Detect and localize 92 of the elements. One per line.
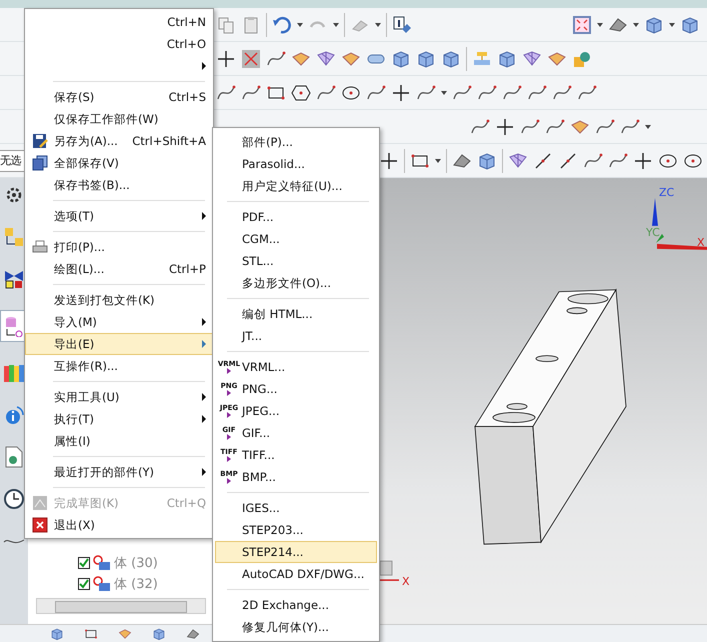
menu-item[interactable]: 用户定义特征(U)...: [215, 175, 377, 197]
caret-icon[interactable]: [633, 22, 639, 26]
caret-icon[interactable]: [375, 22, 381, 26]
line-icon[interactable]: [533, 150, 553, 170]
undo-icon[interactable]: [272, 14, 292, 34]
caret-icon[interactable]: [645, 124, 651, 128]
menu-item[interactable]: 发送到打包文件(K): [25, 289, 213, 311]
menu-item[interactable]: PDF...: [215, 206, 377, 228]
tree-item-label[interactable]: 体 (32): [114, 574, 158, 592]
plus-icon[interactable]: [391, 82, 411, 102]
menu-item[interactable]: 导出(E): [25, 333, 213, 355]
menu-item[interactable]: 保存(S) Ctrl+S: [25, 86, 213, 108]
disks-icon: [32, 155, 48, 171]
menu-item[interactable]: 最近打开的部件(Y): [25, 461, 213, 483]
tree-item-label[interactable]: 体 (30): [114, 554, 158, 572]
menu-item[interactable]: 执行(T): [25, 408, 213, 430]
menu-item[interactable]: 互操作(R)...: [25, 355, 213, 377]
menu-item[interactable]: 全部保存(V): [25, 152, 213, 174]
rect-icon[interactable]: [84, 626, 98, 640]
cube-icon[interactable]: [477, 150, 497, 170]
menu-item[interactable]: CGM...: [215, 228, 377, 250]
sketch-icon: [32, 495, 48, 511]
caret-icon[interactable]: [441, 90, 447, 94]
cube-icon[interactable]: [50, 626, 64, 640]
triangle-icon: [227, 434, 231, 440]
close-icon: [32, 517, 48, 533]
plus-icon[interactable]: [633, 150, 653, 170]
clock-icon[interactable]: [3, 488, 25, 510]
cube-icon[interactable]: [644, 14, 664, 34]
axis-label: ZC: [659, 186, 674, 199]
menu-item[interactable]: JT...: [215, 325, 377, 347]
triangle-icon: [227, 368, 231, 374]
horizontal-scrollbar[interactable]: [36, 598, 206, 614]
cube-icon[interactable]: [416, 48, 436, 68]
mirror-icon[interactable]: [3, 268, 25, 290]
plus-icon[interactable]: [216, 48, 236, 68]
menu-item[interactable]: Ctrl+O: [25, 33, 213, 55]
menu-item[interactable]: 绘图(L)... Ctrl+P: [25, 258, 213, 280]
cube-icon[interactable]: [497, 48, 517, 68]
menu-item[interactable]: 修复几何体(Y)...: [215, 616, 377, 638]
assembly-icon[interactable]: [3, 226, 25, 248]
menu-item[interactable]: STL...: [215, 250, 377, 272]
plus-icon[interactable]: [495, 116, 515, 136]
hex-icon[interactable]: [291, 82, 311, 102]
menu-item[interactable]: 多边形文件(O)...: [215, 272, 377, 294]
caret-icon[interactable]: [333, 22, 339, 26]
menu-item[interactable]: 退出(X): [25, 514, 213, 536]
triangle-icon: [227, 390, 231, 396]
menu-item[interactable]: STEP203...: [215, 519, 377, 541]
checkbox[interactable]: [78, 578, 90, 590]
menu-item[interactable]: 选项(T): [25, 205, 213, 227]
menu-item[interactable]: 仅保存工作部件(W): [25, 108, 213, 130]
line-icon[interactable]: [558, 150, 578, 170]
solid-body-icon: [93, 576, 111, 592]
menu-item[interactable]: 导入(M): [25, 311, 213, 333]
caret-icon[interactable]: [435, 158, 441, 162]
menu-item[interactable]: 保存书签(B)...: [25, 174, 213, 196]
copy-icon[interactable]: [216, 14, 236, 34]
cross-rect-icon[interactable]: [241, 48, 261, 68]
caret-icon[interactable]: [597, 22, 603, 26]
printer-icon: [32, 239, 48, 255]
triangle-icon: [227, 412, 231, 418]
info-icon[interactable]: [392, 14, 412, 34]
menu-item[interactable]: 编创 HTML...: [215, 303, 377, 325]
triangle-icon: [227, 478, 231, 484]
axis-label: YC: [646, 226, 660, 239]
books-icon[interactable]: [3, 362, 25, 384]
fit-icon[interactable]: [572, 14, 592, 34]
menu-item[interactable]: 2D Exchange...: [215, 594, 377, 616]
menu-item[interactable]: STEP214...: [215, 541, 377, 563]
checkbox[interactable]: [78, 556, 90, 568]
menu-item[interactable]: IGES...: [215, 497, 377, 519]
menu-item[interactable]: 打印(P)...: [25, 236, 213, 258]
caret-icon[interactable]: [669, 22, 675, 26]
cube-icon[interactable]: [680, 14, 700, 34]
menu-item[interactable]: Parasolid...: [215, 153, 377, 175]
menu-item[interactable]: 实用工具(U): [25, 386, 213, 408]
document-icon[interactable]: [3, 446, 25, 468]
cube-icon[interactable]: [441, 48, 461, 68]
menu-item[interactable]: 属性(I): [25, 430, 213, 452]
axis-label: X: [402, 575, 410, 588]
caret-icon[interactable]: [297, 22, 303, 26]
cube-icon[interactable]: [391, 48, 411, 68]
plus-icon[interactable]: [379, 150, 399, 170]
menu-item[interactable]: AutoCAD DXF/DWG...: [215, 563, 377, 585]
triangle-icon: [227, 456, 231, 462]
solid-body-icon: [93, 554, 111, 570]
axis-label: X: [697, 236, 705, 249]
menu-item[interactable]: 另存为(A)... Ctrl+Shift+A: [25, 130, 213, 152]
menu-item[interactable]: Ctrl+N: [25, 11, 213, 33]
cube-icon[interactable]: [152, 626, 166, 640]
menu-item[interactable]: 部件(P)...: [215, 131, 377, 153]
